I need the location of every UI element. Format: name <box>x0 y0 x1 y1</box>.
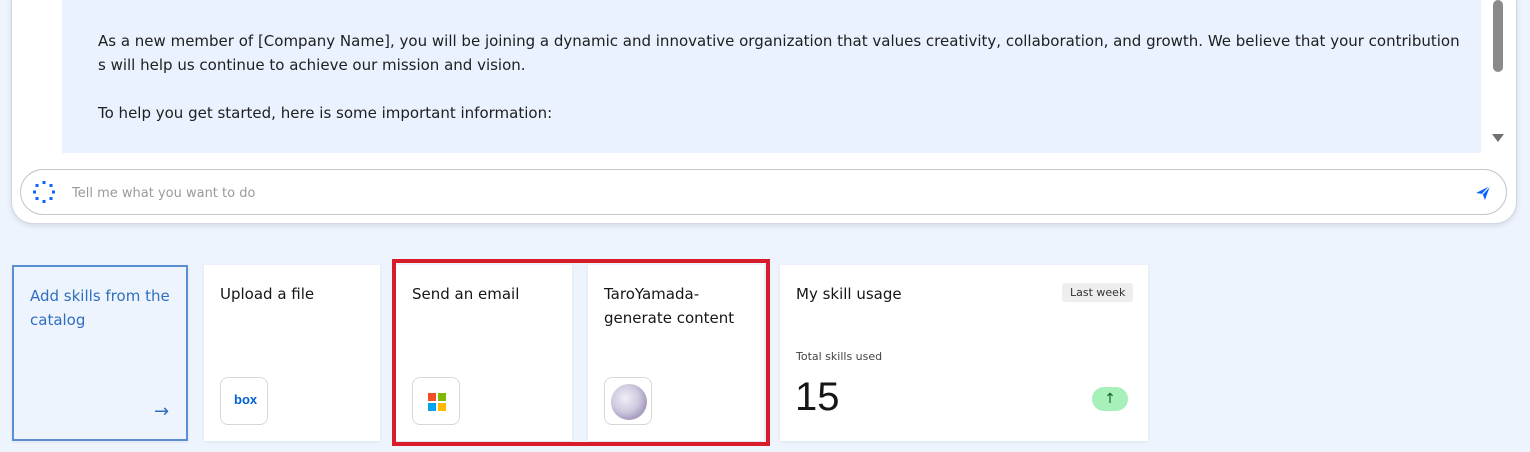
loading-spinner-icon <box>33 181 55 203</box>
box-logo-text: box <box>234 392 258 407</box>
send-icon[interactable] <box>1474 184 1492 202</box>
total-skills-label: Total skills used <box>796 350 883 363</box>
upload-file-label: Upload a file <box>220 285 315 303</box>
send-email-card[interactable]: Send an email <box>396 265 572 441</box>
scrollbar-thumb[interactable] <box>1493 0 1503 72</box>
assistant-message: As a new member of [Company Name], you w… <box>62 0 1481 153</box>
chat-input[interactable] <box>72 183 1452 203</box>
upload-file-card[interactable]: Upload a file box <box>204 265 380 441</box>
period-badge[interactable]: Last week <box>1062 283 1134 302</box>
box-logo-icon: box <box>220 377 268 425</box>
send-email-label: Send an email <box>412 285 520 303</box>
add-skills-label: Add skills from the catalog <box>30 287 170 329</box>
generate-content-card[interactable]: TaroYamada-generate content <box>588 265 764 441</box>
trend-up-icon: ↑ <box>1092 387 1128 411</box>
scroll-down-icon[interactable] <box>1492 134 1504 142</box>
total-skills-count: 15 <box>795 375 840 419</box>
avatar-icon <box>604 377 652 425</box>
microsoft-logo-icon <box>412 377 460 425</box>
message-paragraph: To help you get started, here is some im… <box>98 104 553 122</box>
skill-usage-title: My skill usage <box>796 285 902 303</box>
message-paragraph: As a new member of [Company Name], you w… <box>98 32 1460 74</box>
skill-usage-card: My skill usage Last week Total skills us… <box>780 265 1148 441</box>
add-skills-card[interactable]: Add skills from the catalog → <box>12 265 188 441</box>
generate-content-label: TaroYamada-generate content <box>604 285 735 327</box>
arrow-right-icon: → <box>154 401 170 422</box>
